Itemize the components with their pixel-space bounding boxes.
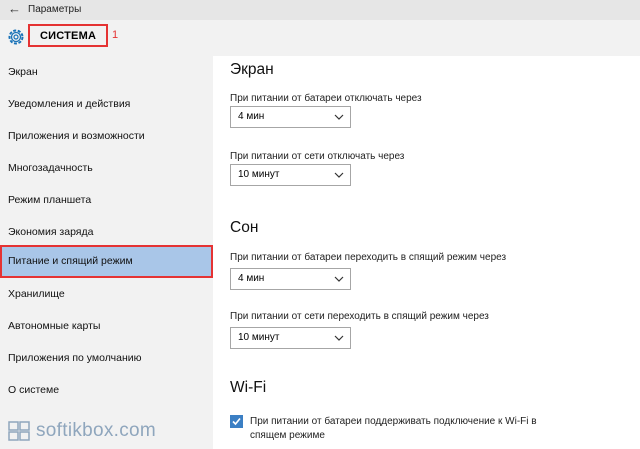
chevron-down-icon: [334, 276, 344, 282]
screen-ac-value: 10 минут: [238, 169, 280, 180]
chevron-down-icon: [334, 172, 344, 178]
wifi-heading: Wi-Fi: [230, 379, 267, 396]
screen-battery-label: При питании от батареи отключать через: [230, 93, 422, 104]
sleep-heading: Сон: [230, 219, 259, 236]
sidebar-item-offline-maps[interactable]: Автономные карты: [0, 310, 213, 342]
wifi-sleep-checkbox[interactable]: [230, 415, 243, 428]
section-title-box: СИСТЕМА: [28, 24, 108, 47]
title-bar: ← Параметры: [0, 0, 640, 20]
screen-heading: Экран: [230, 61, 274, 78]
chevron-down-icon: [334, 335, 344, 341]
watermark-text: softikbox.com: [36, 420, 157, 441]
screen-battery-dropdown[interactable]: 4 мин: [230, 106, 351, 128]
sidebar-item-default-apps[interactable]: Приложения по умолчанию: [0, 342, 213, 374]
sidebar-item-storage[interactable]: Хранилище: [0, 278, 213, 310]
sidebar-item-tablet-mode[interactable]: Режим планшета: [0, 184, 213, 216]
sidebar-item-notifications[interactable]: Уведомления и действия: [0, 88, 213, 120]
chevron-down-icon: [334, 114, 344, 120]
main-content: Экран При питании от батареи отключать ч…: [213, 56, 640, 449]
screen-ac-dropdown[interactable]: 10 минут: [230, 164, 351, 186]
sidebar-item-about[interactable]: О системе: [0, 374, 213, 406]
sleep-battery-dropdown[interactable]: 4 мин: [230, 268, 351, 290]
window-title: Параметры: [28, 4, 82, 15]
sidebar-item-power-sleep[interactable]: Питание и спящий режим: [0, 245, 213, 278]
screen-battery-value: 4 мин: [238, 111, 265, 122]
section-title: СИСТЕМА: [40, 30, 97, 42]
wifi-sleep-checkbox-label: При питании от батареи поддерживать подк…: [250, 416, 537, 441]
sidebar-item-multitasking[interactable]: Многозадачность: [0, 152, 213, 184]
sidebar: Экран Уведомления и действия Приложения …: [0, 56, 213, 449]
sleep-battery-label: При питании от батареи переходить в спящ…: [230, 252, 507, 263]
gear-icon: [8, 29, 24, 45]
screen-ac-label: При питании от сети отключать через: [230, 151, 405, 162]
sleep-battery-value: 4 мин: [238, 273, 265, 284]
sidebar-item-screen[interactable]: Экран: [0, 56, 213, 88]
watermark-logo-icon: [8, 421, 30, 441]
sidebar-item-battery-saver[interactable]: Экономия заряда: [0, 216, 213, 248]
sleep-ac-label: При питании от сети переходить в спящий …: [230, 311, 489, 322]
sidebar-item-apps[interactable]: Приложения и возможности: [0, 120, 213, 152]
checkmark-icon: [232, 417, 241, 426]
annotation-1: 1: [112, 29, 119, 41]
sleep-ac-dropdown[interactable]: 10 минут: [230, 327, 351, 349]
sleep-ac-value: 10 минут: [238, 332, 280, 343]
back-arrow-icon[interactable]: ←: [8, 2, 21, 16]
page-header: СИСТЕМА 1: [0, 20, 640, 56]
